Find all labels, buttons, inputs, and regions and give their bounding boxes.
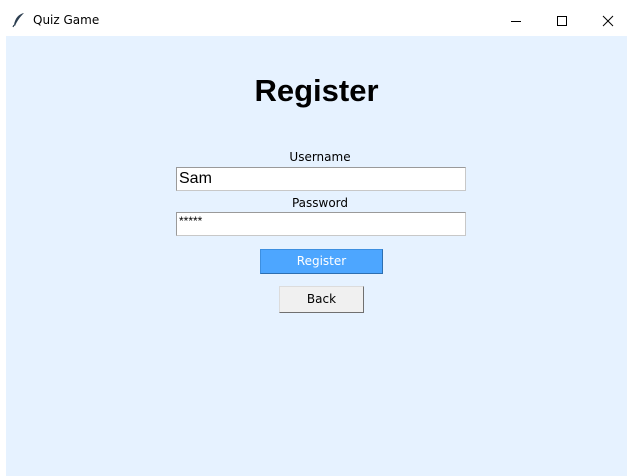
username-value: Sam [179, 170, 212, 187]
close-button[interactable] [585, 6, 627, 36]
username-label: Username [289, 150, 351, 164]
page-title: Register [254, 73, 379, 108]
username-input[interactable]: Sam [176, 167, 466, 191]
password-value: ***** [179, 214, 203, 228]
password-label: Password [291, 196, 349, 210]
feather-icon [12, 12, 26, 28]
window-title: Quiz Game [33, 13, 100, 27]
maximize-button[interactable] [539, 6, 585, 36]
password-input[interactable]: ***** [176, 212, 466, 236]
minimize-icon [510, 12, 522, 31]
maximize-icon [556, 12, 568, 31]
app-window: Quiz Game Register Username Sam Password… [6, 6, 627, 476]
title-bar[interactable]: Quiz Game [6, 6, 627, 36]
minimize-button[interactable] [493, 6, 539, 36]
register-button[interactable]: Register [260, 249, 383, 274]
close-icon [602, 12, 614, 31]
back-button[interactable]: Back [279, 286, 364, 313]
